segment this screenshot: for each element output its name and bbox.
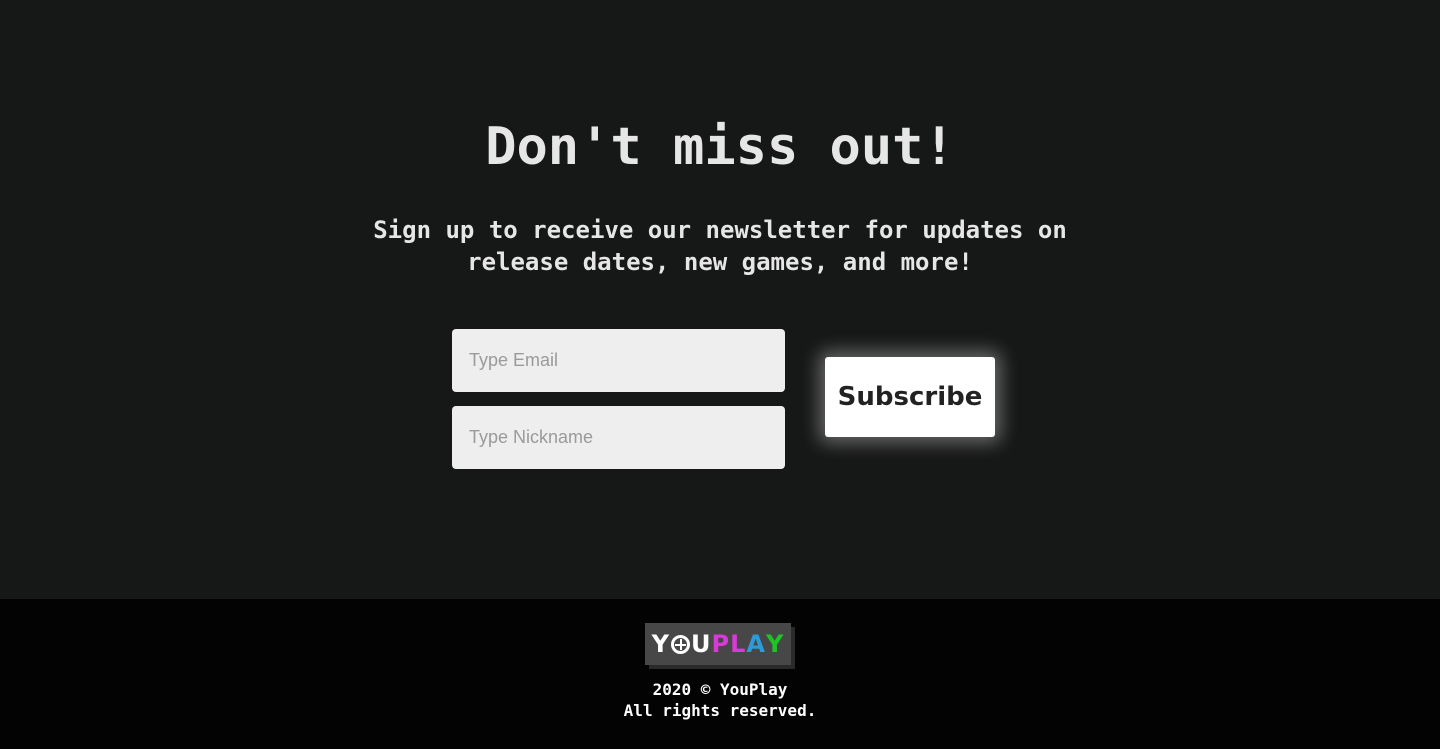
newsletter-section: Don't miss out! Sign up to receive our n… [0,0,1440,599]
copyright-line-1: 2020 © YouPlay [652,680,788,699]
subscribe-button[interactable]: Subscribe [825,357,995,437]
copyright: 2020 © YouPlay All rights reserved. [0,679,1440,721]
youplay-logo[interactable]: Y UPLAY [645,623,791,665]
logo-letter-l: L [730,630,747,658]
logo-letter-y: Y [651,630,671,658]
newsletter-description: Sign up to receive our newsletter for up… [373,216,1067,276]
logo-letter-a: A [746,630,766,658]
gamepad-icon [671,635,691,654]
copyright-line-2: All rights reserved. [623,701,817,720]
page-title: Don't miss out! [485,117,955,177]
logo-letter-p: P [711,630,731,658]
nickname-field[interactable] [452,406,785,469]
email-field[interactable] [452,329,785,392]
logo-letter-y2: Y [765,630,785,658]
logo-letter-u: U [691,630,712,658]
footer [0,599,1440,749]
page: Don't miss out! Sign up to receive our n… [0,0,1440,749]
